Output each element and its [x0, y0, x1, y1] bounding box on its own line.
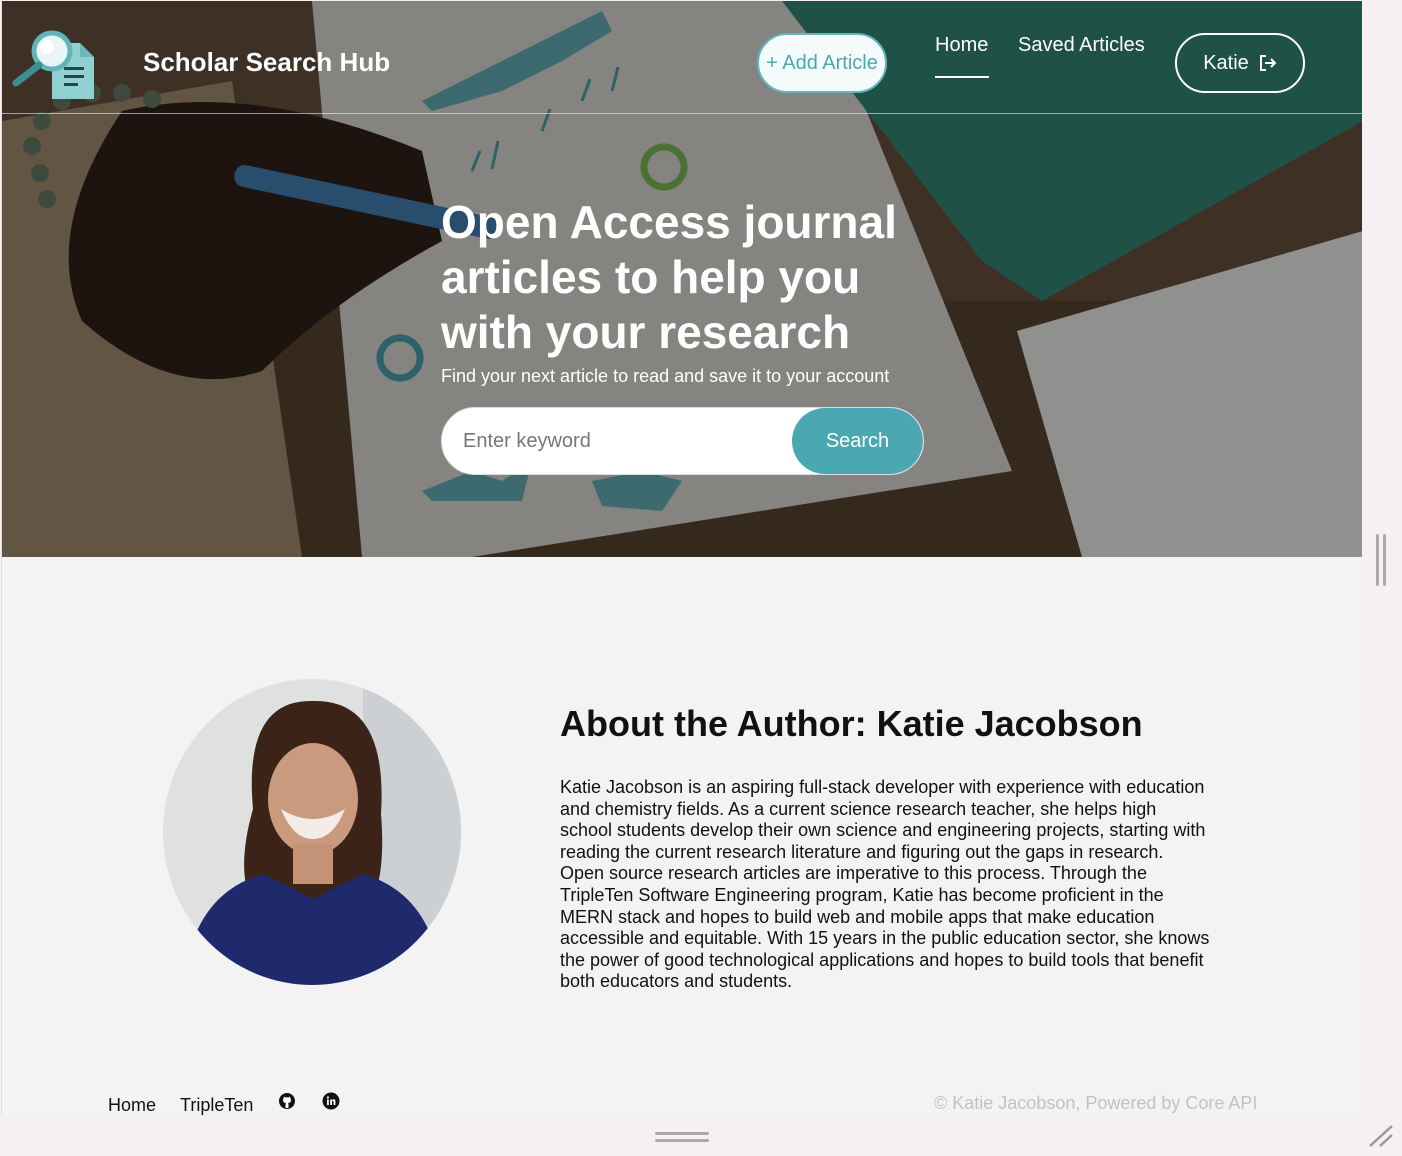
- brand-title[interactable]: Scholar Search Hub: [143, 47, 390, 78]
- horizontal-resize-handle[interactable]: [655, 1132, 709, 1144]
- top-navigation: Scholar Search Hub + Add Article Home Sa…: [2, 1, 1362, 114]
- page: Scholar Search Hub + Add Article Home Sa…: [1, 1, 1362, 1115]
- copyright-text: © Katie Jacobson, Powered by Core API: [934, 1093, 1258, 1113]
- search-button[interactable]: Search: [792, 408, 923, 474]
- logout-icon: [1259, 55, 1277, 71]
- user-logout-button[interactable]: Katie: [1175, 33, 1305, 93]
- hero-section: Scholar Search Hub + Add Article Home Sa…: [2, 1, 1362, 557]
- nav-home-link[interactable]: Home: [935, 34, 988, 57]
- nav-saved-articles-link[interactable]: Saved Articles: [1018, 34, 1145, 57]
- about-title: About the Author: Katie Jacobson: [560, 703, 1143, 744]
- hero-subtitle: Find your next article to read and save …: [441, 366, 890, 386]
- footer-tripleten-link[interactable]: TripleTen: [180, 1095, 253, 1115]
- hero-title: Open Access journal articles to help you…: [441, 196, 897, 358]
- resize-grip-icon[interactable]: [1366, 1124, 1394, 1148]
- author-avatar: [163, 679, 461, 985]
- nav-home-active-indicator: [935, 76, 989, 78]
- search-form: Search: [441, 407, 924, 475]
- search-input[interactable]: [442, 408, 802, 474]
- github-icon[interactable]: [278, 1092, 296, 1110]
- footer-home-link[interactable]: Home: [108, 1095, 156, 1115]
- user-name: Katie: [1203, 51, 1249, 74]
- about-body: Katie Jacobson is an aspiring full-stack…: [560, 777, 1210, 992]
- add-article-button[interactable]: + Add Article: [757, 33, 887, 93]
- logo-icon[interactable]: [10, 23, 100, 103]
- linkedin-icon[interactable]: [322, 1092, 340, 1110]
- vertical-resize-handle[interactable]: [1376, 534, 1386, 586]
